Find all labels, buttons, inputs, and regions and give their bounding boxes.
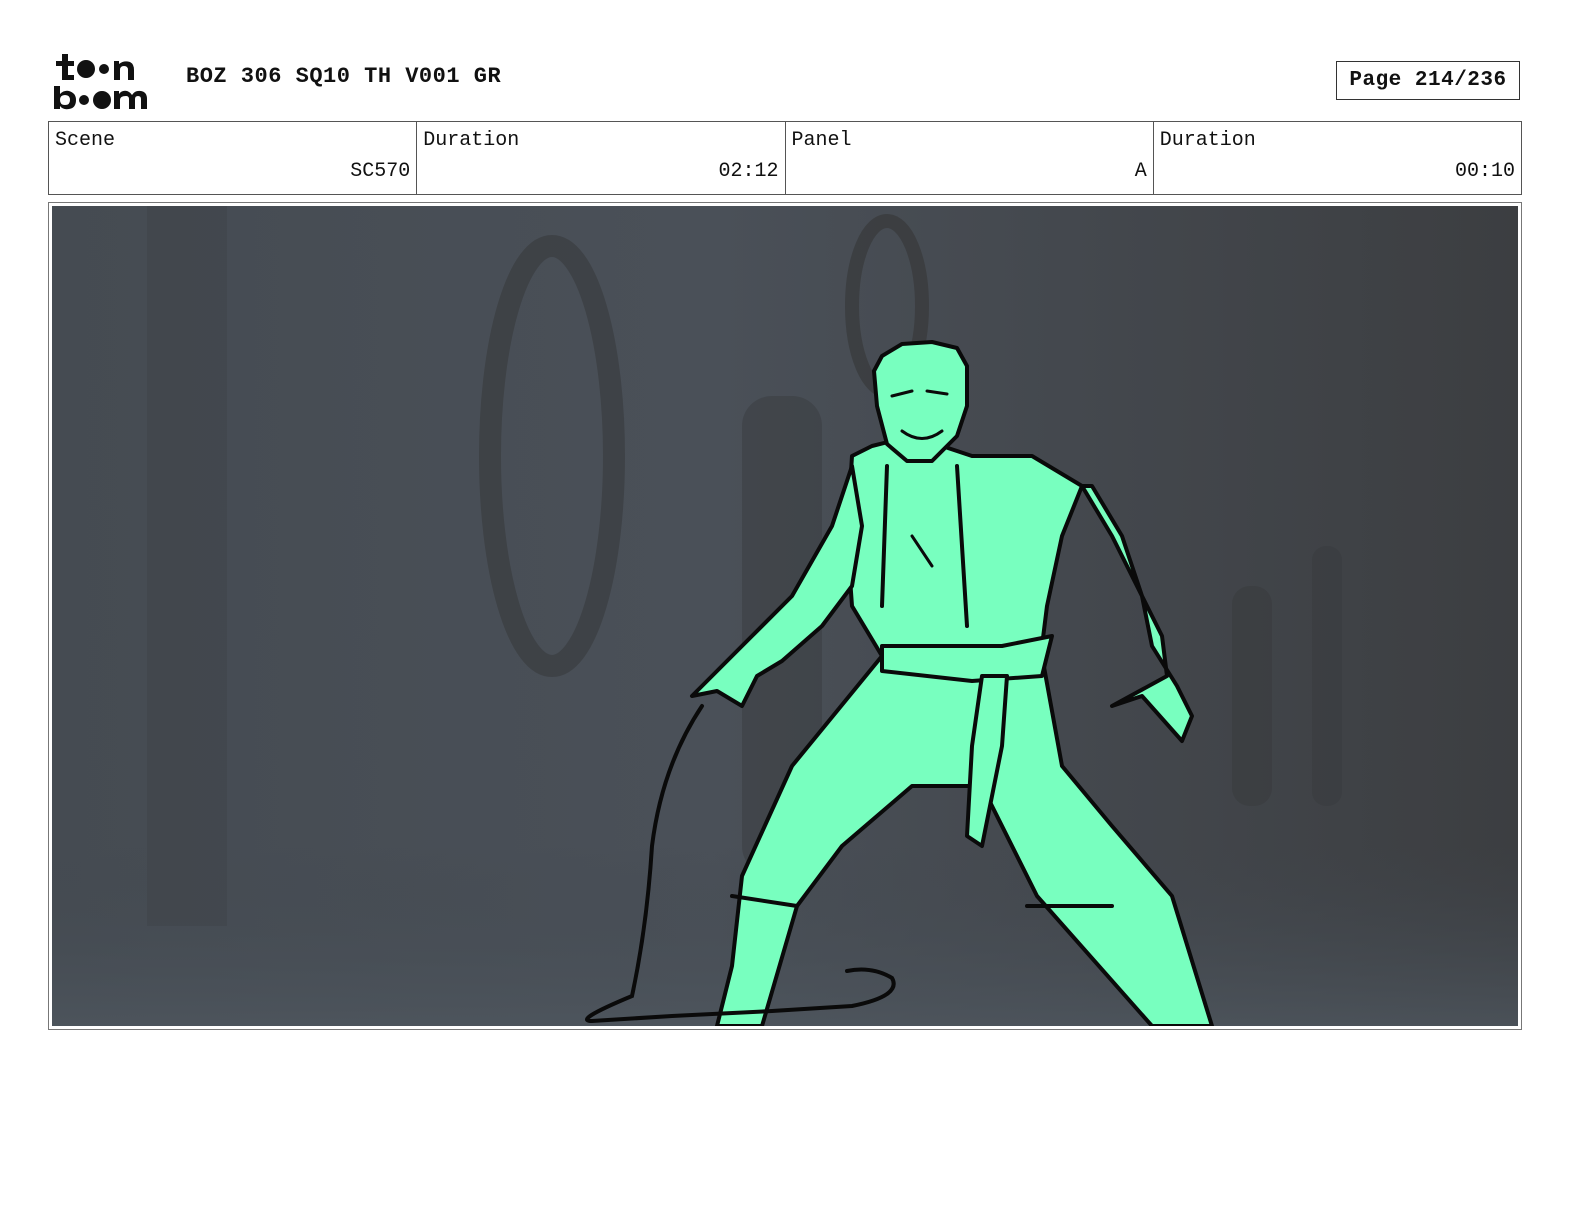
panel-cell: Panel A <box>786 122 1154 194</box>
scene-duration-label: Duration <box>423 129 520 152</box>
storyboard-panel-image <box>52 206 1518 1026</box>
panel-duration-cell: Duration 00:10 <box>1154 122 1521 194</box>
panel-duration-label: Duration <box>1159 129 1256 152</box>
page-label: Page 214/236 <box>1349 69 1507 92</box>
page-indicator: Page 214/236 <box>1336 61 1520 100</box>
scene-info-table: Scene SC570 Duration 02:12 Panel A Durat… <box>48 121 1522 195</box>
scene-label: Scene <box>55 129 116 152</box>
document-title: BOZ 306 SQ10 TH V001 GR <box>186 64 502 89</box>
panel-duration-value: 00:10 <box>1454 160 1515 183</box>
scene-cell: Scene SC570 <box>49 122 418 194</box>
scene-duration-value: 02:12 <box>718 160 779 183</box>
panel-label: Panel <box>791 129 852 152</box>
scene-value: SC570 <box>350 160 411 183</box>
panel-value: A <box>1134 160 1147 183</box>
toon-boom-logo <box>52 52 164 112</box>
scene-duration-cell: Duration 02:12 <box>417 122 786 194</box>
